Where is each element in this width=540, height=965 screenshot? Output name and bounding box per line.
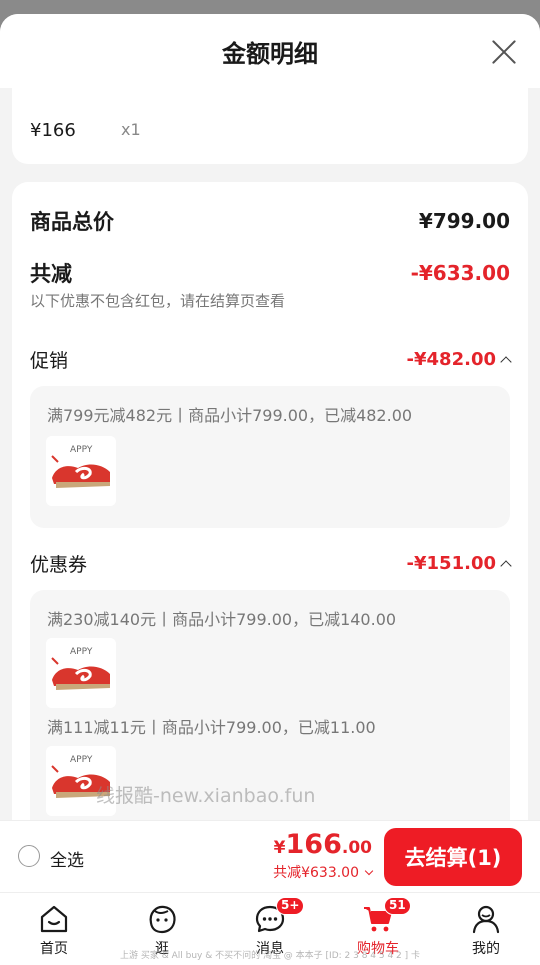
- sheet-header: 金额明细: [0, 14, 540, 88]
- close-icon[interactable]: [490, 38, 518, 66]
- promotion-amount[interactable]: -¥482.00: [406, 349, 512, 370]
- total-discount-label: 共减: [30, 262, 72, 286]
- coupon-row[interactable]: 优惠券 -¥151.00: [30, 550, 512, 577]
- total-price-row: 商品总价 ¥799.00: [30, 206, 510, 236]
- total-discount-row: 共减 -¥633.00: [30, 258, 510, 288]
- svg-text:APPY: APPY: [70, 647, 93, 657]
- promotion-rule: 满799元减482元丨商品小计799.00，已减482.00: [47, 406, 413, 425]
- price-decimal: .00: [341, 838, 372, 858]
- face-icon: [149, 905, 176, 934]
- item-price: ¥166: [30, 120, 76, 141]
- saved-amount-text: 共减¥633.00: [273, 865, 359, 881]
- select-all-radio[interactable]: [18, 845, 40, 867]
- promotion-detail-box: 满799元减482元丨商品小计799.00，已减482.00 APPY: [30, 386, 510, 528]
- price-integer: 166: [285, 829, 342, 860]
- amount-detail-sheet: 金额明细 ¥166 x1 商品总价 ¥799.00 共减 -¥633.00 以下…: [0, 14, 540, 892]
- item-quantity: x1: [121, 120, 141, 139]
- chevron-up-icon[interactable]: [500, 559, 512, 572]
- sneaker-image: APPY: [46, 436, 116, 506]
- promotion-row[interactable]: 促销 -¥482.00: [30, 346, 512, 373]
- cart-badge: 51: [384, 897, 411, 915]
- select-all-label[interactable]: 全选: [50, 846, 84, 871]
- coupon-amount-value: -¥151.00: [406, 553, 496, 574]
- checkout-total: ¥166.00 共减¥633.00: [273, 829, 374, 882]
- item-card: ¥166 x1: [12, 88, 528, 164]
- image-caption: 上游 买家 & All buy & 不买不问的 淘宝 @ 本本子 [ID: 2 …: [119, 951, 420, 961]
- checkout-bar: 全选 ¥166.00 共减¥633.00 去结算(1): [0, 820, 540, 892]
- promotion-label: 促销: [30, 350, 69, 372]
- coupon-rule-2: 满111减11元丨商品小计799.00，已减11.00: [47, 718, 376, 737]
- chevron-down-icon[interactable]: [364, 866, 374, 875]
- saved-amount[interactable]: 共减¥633.00: [273, 862, 374, 882]
- sneaker-image: APPY: [46, 638, 116, 708]
- coupon-label: 优惠券: [30, 554, 88, 576]
- messages-badge: 5+: [276, 897, 305, 915]
- total-price-label: 商品总价: [30, 210, 114, 234]
- currency-symbol: ¥: [273, 838, 286, 858]
- total-discount-value: -¥633.00: [410, 261, 510, 285]
- coupon-amount[interactable]: -¥151.00: [406, 553, 512, 574]
- product-thumbnail[interactable]: APPY: [46, 638, 116, 708]
- checkout-button[interactable]: 去结算(1): [384, 828, 522, 886]
- sheet-title: 金额明细: [222, 39, 318, 68]
- svg-text:APPY: APPY: [70, 445, 93, 455]
- total-price-value: ¥799.00: [418, 209, 510, 233]
- bottom-tab-bar: 首页 逛 5+ 消息 51 购物车 我的 上游 买家 & All buy & 不…: [0, 892, 540, 965]
- svg-text:APPY: APPY: [70, 755, 93, 765]
- product-thumbnail[interactable]: APPY: [46, 436, 116, 506]
- coupon-rule-1: 满230减140元丨商品小计799.00，已减140.00: [47, 610, 397, 629]
- promotion-amount-value: -¥482.00: [406, 349, 496, 370]
- discount-note: 以下优惠不包含红包，请在结算页查看: [30, 292, 286, 310]
- home-icon: [40, 905, 68, 933]
- checkout-price: ¥166.00: [273, 829, 372, 860]
- profile-icon: [472, 905, 500, 934]
- chevron-up-icon[interactable]: [500, 355, 512, 368]
- watermark: 线报酷-new.xianbao.fun: [96, 785, 316, 807]
